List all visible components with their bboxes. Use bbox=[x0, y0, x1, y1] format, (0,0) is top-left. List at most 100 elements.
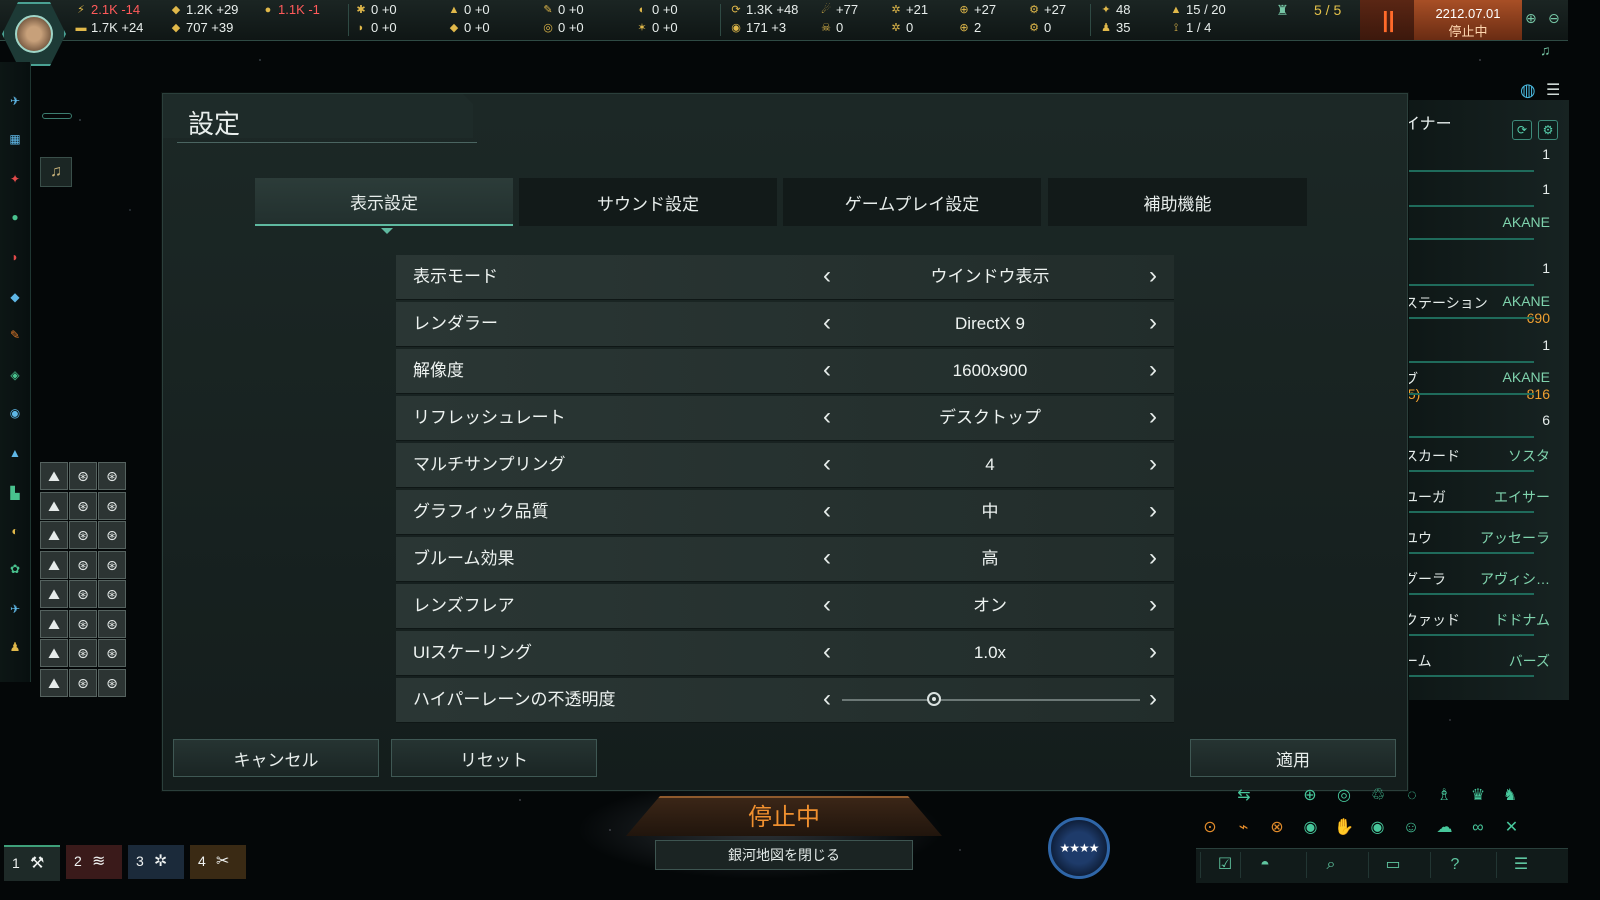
chevron-right-icon[interactable]: › bbox=[1140, 357, 1166, 385]
chevron-left-icon[interactable]: ‹ bbox=[814, 404, 840, 432]
chevron-right-icon[interactable]: › bbox=[1140, 263, 1166, 291]
cloud-icon[interactable]: ☁ bbox=[1431, 814, 1459, 842]
planet-view-icon[interactable]: ◓ bbox=[1240, 852, 1289, 878]
diplomacy-icon[interactable]: ✋ bbox=[1330, 814, 1358, 842]
control-group-1[interactable]: 1 ⚒ bbox=[4, 845, 60, 881]
tab-accessibility[interactable]: 補助機能 bbox=[1048, 178, 1307, 226]
resource-fleet[interactable]: ✦ 48 bbox=[1100, 2, 1130, 18]
apply-button[interactable]: 適用 bbox=[1190, 739, 1396, 777]
federation-emblem[interactable]: ★★★★ bbox=[1048, 817, 1110, 879]
capital-icon[interactable]: ⊙ bbox=[1196, 814, 1224, 842]
factions-icon[interactable]: ♟ bbox=[6, 640, 24, 656]
contacts-icon[interactable]: ✦ bbox=[6, 172, 24, 188]
minimize-indicator[interactable] bbox=[42, 113, 72, 119]
resource-atom[interactable]: ✲ 0 bbox=[890, 20, 913, 36]
ship-designer-icon[interactable]: ✈ bbox=[6, 602, 24, 618]
fleet-stance-icon[interactable]: ⊛ bbox=[69, 609, 97, 638]
resource-globe[interactable]: ⊕ 2 bbox=[958, 20, 981, 36]
tab-gameplay[interactable]: ゲームプレイ設定 bbox=[783, 178, 1041, 226]
speed-down-icon[interactable]: ⊖ bbox=[1548, 10, 1560, 27]
resource-exotic-gas[interactable]: ✱ 0 +0 bbox=[355, 2, 396, 18]
fleet-stance-icon[interactable]: ⊛ bbox=[69, 668, 97, 697]
resource-unity[interactable]: ◉ 171 +3 bbox=[730, 20, 786, 36]
expansion-icon[interactable]: ◗ bbox=[6, 250, 24, 266]
corvette-icon[interactable]: ⛰ bbox=[40, 550, 68, 579]
resource-sr-dark[interactable]: ✶ 0 +0 bbox=[636, 20, 677, 36]
chevron-left-icon[interactable]: ‹ bbox=[814, 357, 840, 385]
chevron-left-icon[interactable]: ‹ bbox=[814, 498, 840, 526]
focus-icon[interactable]: ◉ bbox=[1297, 814, 1325, 842]
resource-physics[interactable]: ☄ +77 bbox=[820, 2, 858, 18]
resource-motes[interactable]: ✎ 0 +0 bbox=[542, 2, 583, 18]
species-icon[interactable]: ◈ bbox=[6, 368, 24, 384]
search-icon[interactable]: ⌕ bbox=[1306, 852, 1355, 878]
market-icon[interactable]: ✿ bbox=[6, 562, 24, 578]
help-icon[interactable]: ? bbox=[1430, 852, 1479, 878]
edicts-icon[interactable]: ◐ bbox=[6, 524, 24, 540]
resource-zro[interactable]: ◆ 0 +0 bbox=[448, 20, 490, 36]
link-icon[interactable]: ∞ bbox=[1464, 814, 1492, 842]
situation-icon[interactable]: ✈ bbox=[6, 94, 24, 110]
corvette-icon[interactable]: ⛰ bbox=[40, 462, 68, 490]
resource-antenna[interactable]: ⟟ 1 / 4 bbox=[1170, 20, 1211, 36]
chevron-left-icon[interactable]: ‹ bbox=[814, 310, 840, 338]
resource-gear[interactable]: ⚙ +27 bbox=[1028, 2, 1066, 18]
corvette-icon[interactable]: ⛰ bbox=[40, 668, 68, 697]
target-icon[interactable]: ⊕ bbox=[1296, 782, 1324, 810]
fleet-stance-icon[interactable]: ⊛ bbox=[69, 639, 97, 667]
leaders-icon[interactable]: ✎ bbox=[6, 328, 24, 344]
tab-display[interactable]: 表示設定 bbox=[255, 178, 513, 226]
fleet-stance-icon[interactable]: ⊛ bbox=[98, 550, 126, 579]
chevron-right-icon[interactable]: › bbox=[1140, 310, 1166, 338]
resource-crystal[interactable]: ▲ 0 +0 bbox=[448, 2, 490, 18]
swap-icon[interactable]: ⇆ bbox=[1230, 782, 1258, 810]
resource-mineral[interactable]: ◆ 1.2K +29 bbox=[170, 2, 239, 18]
resource-dark-matter[interactable]: ◐ 0 +0 bbox=[636, 2, 678, 18]
scan-icon[interactable]: ◎ bbox=[1330, 782, 1358, 810]
globe-icon[interactable]: ◍ bbox=[1520, 80, 1536, 101]
control-group-3[interactable]: 3 ✲ bbox=[128, 845, 184, 879]
fleet-stance-icon[interactable]: ⊛ bbox=[98, 609, 126, 638]
fleet-stance-icon[interactable]: ⊛ bbox=[98, 580, 126, 608]
fleet-stance-icon[interactable]: ⊛ bbox=[69, 462, 97, 490]
reset-button[interactable]: リセット bbox=[391, 739, 597, 777]
planets-icon[interactable]: ● bbox=[6, 210, 24, 226]
chevron-left-icon[interactable]: ‹ bbox=[814, 592, 840, 620]
gear-icon[interactable]: ⚙ bbox=[1538, 120, 1558, 140]
resource-society[interactable]: ✲ +21 bbox=[890, 2, 928, 18]
troop-icon[interactable]: ♞ bbox=[1496, 782, 1524, 810]
technology-icon[interactable]: ◉ bbox=[6, 406, 24, 422]
chevron-left-icon[interactable]: ‹ bbox=[814, 545, 840, 573]
fleet-stance-icon[interactable]: ⊛ bbox=[69, 550, 97, 579]
resource-nanites[interactable]: ◗ 0 +0 bbox=[355, 20, 397, 36]
sync-icon[interactable]: ⟳ bbox=[1512, 120, 1532, 140]
list-icon[interactable]: ☰ bbox=[1546, 80, 1560, 100]
resource-gear[interactable]: ⚙ 0 bbox=[1028, 20, 1051, 36]
pause-button[interactable]: | | bbox=[1360, 0, 1414, 40]
eye-icon[interactable]: ◉ bbox=[1364, 814, 1392, 842]
corvette-icon[interactable]: ⛰ bbox=[40, 639, 68, 667]
chevron-right-icon[interactable]: › bbox=[1140, 639, 1166, 667]
corvette-icon[interactable]: ⛰ bbox=[40, 521, 68, 549]
resource-food[interactable]: ● 1.1K -1 bbox=[262, 2, 320, 18]
chevron-left-icon[interactable]: ‹ bbox=[814, 686, 840, 714]
anomaly-icon[interactable]: ♲ bbox=[1364, 782, 1392, 810]
message-icon[interactable]: ▭ bbox=[1368, 852, 1417, 878]
fleet-stance-icon[interactable]: ⊛ bbox=[98, 491, 126, 520]
corvette-icon[interactable]: ⛰ bbox=[40, 609, 68, 638]
policies-icon[interactable]: ▙ bbox=[6, 486, 24, 502]
slider-handle[interactable] bbox=[927, 692, 942, 706]
route-icon[interactable]: ⌁ bbox=[1230, 814, 1258, 842]
sensor-icon[interactable]: ◌ bbox=[1398, 782, 1426, 810]
resource-energy[interactable]: ⚡ 2.1K -14 bbox=[75, 2, 140, 18]
fleet-stance-icon[interactable]: ⊛ bbox=[98, 462, 126, 490]
corvette-icon[interactable]: ⛰ bbox=[40, 580, 68, 608]
hyperlane-opacity-slider[interactable] bbox=[842, 692, 1140, 706]
control-group-2[interactable]: 2 ≋ bbox=[66, 845, 122, 879]
control-group-4[interactable]: 4 ✂ bbox=[190, 845, 246, 879]
fleet-stance-icon[interactable]: ⊛ bbox=[98, 668, 126, 697]
fleets-icon[interactable]: ◆ bbox=[6, 290, 24, 306]
music-note-icon[interactable]: ♫ bbox=[1540, 42, 1551, 58]
fleet-stance-icon[interactable]: ⊛ bbox=[98, 639, 126, 667]
resource-skull[interactable]: ☠ 0 bbox=[820, 20, 843, 36]
